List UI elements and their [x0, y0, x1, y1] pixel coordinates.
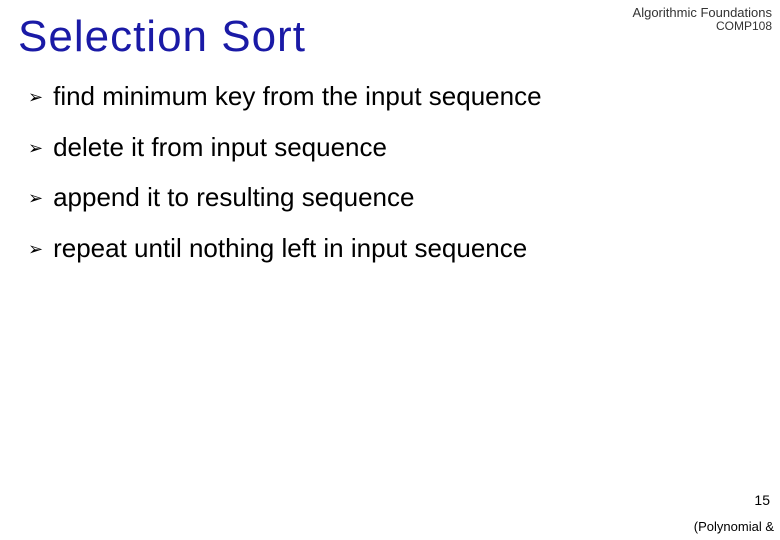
bullet-text: repeat until nothing left in input seque…: [53, 232, 527, 265]
bullet-text: append it to resulting sequence: [53, 181, 414, 214]
bullet-icon: ➢: [28, 238, 43, 261]
footer-note: (Polynomial &: [694, 519, 774, 534]
bullet-text: find minimum key from the input sequence: [53, 80, 541, 113]
bullet-text: delete it from input sequence: [53, 131, 387, 164]
header-right: Algorithmic Foundations COMP108: [633, 6, 772, 33]
page-title: Selection Sort: [18, 12, 306, 62]
list-item: ➢ append it to resulting sequence: [28, 181, 760, 214]
page-number: 15: [754, 492, 770, 508]
list-item: ➢ repeat until nothing left in input seq…: [28, 232, 760, 265]
bullet-icon: ➢: [28, 187, 43, 210]
bullet-icon: ➢: [28, 137, 43, 160]
bullet-list: ➢ find minimum key from the input sequen…: [28, 80, 760, 282]
course-title: Algorithmic Foundations: [633, 6, 772, 20]
bullet-icon: ➢: [28, 86, 43, 109]
list-item: ➢ delete it from input sequence: [28, 131, 760, 164]
slide: Algorithmic Foundations COMP108 Selectio…: [0, 0, 780, 540]
list-item: ➢ find minimum key from the input sequen…: [28, 80, 760, 113]
course-code: COMP108: [633, 20, 772, 33]
